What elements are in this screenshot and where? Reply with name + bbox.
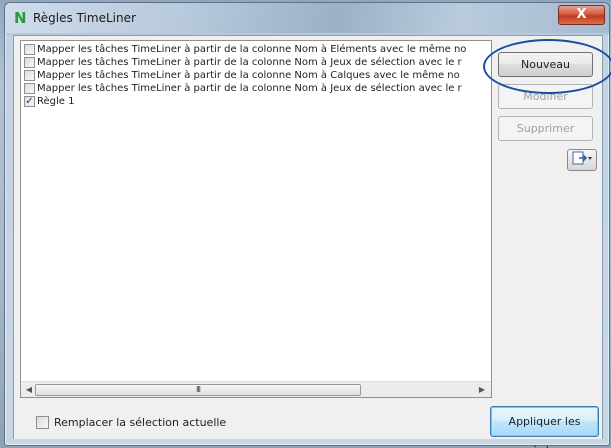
- timeliner-rules-dialog: N Règles TimeLiner X Mapper les tâches T…: [4, 2, 611, 448]
- rule-item[interactable]: Mapper les tâches TimeLiner à partir de …: [24, 83, 490, 95]
- close-button[interactable]: X: [558, 5, 605, 25]
- navisworks-app-icon: N: [14, 9, 27, 27]
- rule-checkbox[interactable]: [24, 44, 35, 55]
- rule-item[interactable]: Mapper les tâches TimeLiner à partir de …: [24, 57, 490, 69]
- highlight-annotation: [483, 39, 611, 94]
- export-dropdown-button[interactable]: [567, 149, 597, 171]
- rule-checkbox[interactable]: [24, 57, 35, 68]
- apply-rules-button[interactable]: Appliquer les règles: [490, 406, 599, 448]
- dialog-client-area: Mapper les tâches TimeLiner à partir de …: [13, 35, 611, 448]
- scroll-grip-icon: III: [195, 385, 201, 394]
- rule-label: Mapper les tâches TimeLiner à partir de …: [37, 83, 462, 94]
- scroll-right-arrow-icon[interactable]: ▶: [476, 384, 488, 396]
- window-title: Règles TimeLiner: [33, 11, 136, 25]
- rule-checkbox[interactable]: [24, 70, 35, 81]
- rule-item[interactable]: Mapper les tâches TimeLiner à partir de …: [24, 44, 490, 56]
- bottom-bar: Remplacer la sélection actuelle Applique…: [14, 403, 602, 448]
- replace-selection-option[interactable]: Remplacer la sélection actuelle: [36, 416, 226, 429]
- export-icon: [572, 151, 592, 165]
- scroll-thumb[interactable]: III: [35, 384, 361, 396]
- rule-label: Mapper les tâches TimeLiner à partir de …: [37, 57, 462, 68]
- rules-list[interactable]: Mapper les tâches TimeLiner à partir de …: [20, 40, 492, 398]
- replace-selection-label: Remplacer la sélection actuelle: [54, 416, 227, 429]
- rule-item[interactable]: ✓ Règle 1: [24, 96, 490, 108]
- rule-checkbox[interactable]: [24, 83, 35, 94]
- replace-selection-checkbox[interactable]: [36, 416, 49, 429]
- title-bar[interactable]: N Règles TimeLiner X: [5, 3, 609, 33]
- rule-label: Mapper les tâches TimeLiner à partir de …: [37, 70, 460, 81]
- delete-button[interactable]: Supprimer: [498, 116, 593, 141]
- rule-checkbox[interactable]: ✓: [24, 96, 35, 107]
- horizontal-scrollbar[interactable]: ◀ III ▶: [21, 381, 491, 397]
- rule-label: Mapper les tâches TimeLiner à partir de …: [37, 44, 467, 55]
- scroll-left-arrow-icon[interactable]: ◀: [23, 384, 35, 396]
- rule-item[interactable]: Mapper les tâches TimeLiner à partir de …: [24, 70, 490, 82]
- rule-label: Règle 1: [37, 96, 75, 107]
- close-icon: X: [576, 7, 587, 22]
